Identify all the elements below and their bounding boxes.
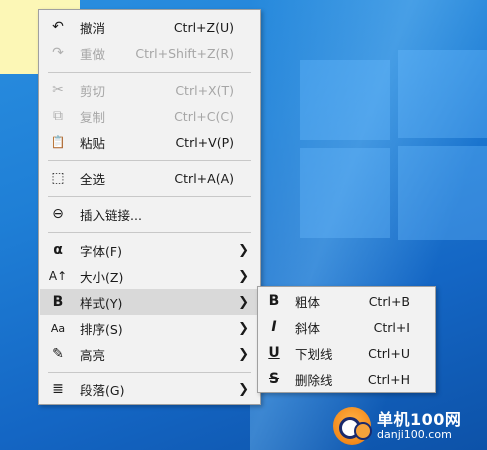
menu-item-label: 复制 bbox=[80, 109, 106, 125]
menu-item-label: 插入链接... bbox=[80, 207, 142, 223]
logo-text: 单机100网 danji100.com bbox=[377, 409, 462, 441]
link-icon: ⊖ bbox=[52, 206, 64, 222]
paragraph-icon: ≣ bbox=[52, 381, 64, 397]
copy-icon: ⧉ bbox=[53, 108, 63, 124]
menu-item-label: 段落(G) bbox=[80, 382, 125, 398]
menu-item-shortcut: Ctrl+Shift+Z(R) bbox=[135, 45, 234, 61]
desktop-window-pane bbox=[300, 60, 390, 140]
desktop-window-pane bbox=[398, 146, 487, 240]
menu-item-shortcut: Ctrl+X(T) bbox=[175, 82, 234, 98]
underline-icon: U bbox=[268, 345, 280, 361]
menu-item-label: 全选 bbox=[80, 171, 106, 187]
select-all-icon: ⬚ bbox=[51, 170, 65, 186]
submenu-item-italic[interactable]: I 斜体 Ctrl+I bbox=[259, 314, 434, 340]
submenu-arrow-icon: ❯ bbox=[238, 381, 249, 397]
menu-item-shortcut: Ctrl+I bbox=[373, 319, 410, 335]
logo-icon bbox=[333, 407, 372, 445]
menu-item-label: 样式(Y) bbox=[80, 295, 123, 311]
submenu-arrow-icon: ❯ bbox=[238, 346, 249, 362]
menu-item-label: 重做 bbox=[80, 46, 106, 62]
menu-item-label: 字体(F) bbox=[80, 243, 122, 259]
sort-icon: Aa bbox=[50, 321, 66, 335]
menu-item-shortcut: Ctrl+Z(U) bbox=[173, 19, 234, 35]
desktop-window-pane bbox=[398, 50, 487, 138]
submenu-arrow-icon: ❯ bbox=[238, 242, 249, 258]
menu-item-label: 剪切 bbox=[80, 83, 106, 99]
menu-item-size[interactable]: A↑ 大小(Z) ❯ bbox=[40, 263, 259, 289]
highlight-icon: ✎ bbox=[52, 346, 64, 362]
menu-item-label: 删除线 bbox=[295, 372, 333, 388]
menu-separator bbox=[48, 196, 251, 197]
cut-icon: ✂ bbox=[52, 82, 64, 98]
menu-item-insert-link[interactable]: ⊖ 插入链接... bbox=[40, 201, 259, 227]
style-submenu: B 粗体 Ctrl+B I 斜体 Ctrl+I U 下划线 Ctrl+U S 删… bbox=[257, 286, 436, 393]
menu-item-label: 粘贴 bbox=[80, 135, 106, 151]
bold-icon: B bbox=[52, 294, 64, 310]
menu-item-shortcut: Ctrl+H bbox=[367, 371, 410, 387]
menu-item-shortcut: Ctrl+C(C) bbox=[174, 108, 234, 124]
desktop-window-pane bbox=[300, 148, 390, 238]
submenu-arrow-icon: ❯ bbox=[238, 268, 249, 284]
submenu-item-bold[interactable]: B 粗体 Ctrl+B bbox=[259, 288, 434, 314]
menu-item-highlight[interactable]: ✎ 高亮 ❯ bbox=[40, 341, 259, 367]
submenu-arrow-icon: ❯ bbox=[238, 294, 249, 310]
submenu-item-strikethrough[interactable]: S 删除线 Ctrl+H bbox=[259, 366, 434, 392]
logo-name: 单机100网 bbox=[377, 409, 462, 429]
menu-item-shortcut: Ctrl+U bbox=[368, 345, 410, 361]
paste-icon: 📋 bbox=[50, 135, 66, 149]
menu-item-label: 下划线 bbox=[295, 346, 333, 362]
submenu-arrow-icon: ❯ bbox=[238, 320, 249, 336]
menu-item-font[interactable]: α 字体(F) ❯ bbox=[40, 237, 259, 263]
menu-item-label: 斜体 bbox=[295, 320, 321, 336]
menu-item-shortcut: Ctrl+B bbox=[368, 293, 410, 309]
logo-url: danji100.com bbox=[377, 427, 452, 441]
menu-item-paragraph[interactable]: ≣ 段落(G) ❯ bbox=[40, 376, 259, 402]
menu-item-cut[interactable]: ✂ 剪切 Ctrl+X(T) bbox=[40, 77, 259, 103]
menu-item-redo[interactable]: ↷ 重做 Ctrl+Shift+Z(R) bbox=[40, 40, 259, 66]
menu-item-style[interactable]: B 样式(Y) ❯ bbox=[40, 289, 259, 315]
menu-item-sort[interactable]: Aa 排序(S) ❯ bbox=[40, 315, 259, 341]
menu-item-undo[interactable]: ↶ 撤消 Ctrl+Z(U) bbox=[40, 14, 259, 40]
font-size-icon: A↑ bbox=[48, 269, 68, 283]
menu-item-label: 高亮 bbox=[80, 347, 106, 363]
italic-icon: I bbox=[271, 319, 277, 335]
context-menu: ↶ 撤消 Ctrl+Z(U) ↷ 重做 Ctrl+Shift+Z(R) ✂ 剪切… bbox=[38, 9, 261, 405]
menu-item-label: 粗体 bbox=[295, 294, 321, 310]
menu-separator bbox=[48, 160, 251, 161]
menu-item-select-all[interactable]: ⬚ 全选 Ctrl+A(A) bbox=[40, 165, 259, 191]
menu-item-shortcut: Ctrl+A(A) bbox=[174, 170, 234, 186]
menu-item-label: 排序(S) bbox=[80, 321, 123, 337]
font-icon: α bbox=[53, 242, 63, 258]
menu-item-label: 大小(Z) bbox=[80, 269, 124, 285]
menu-separator bbox=[48, 232, 251, 233]
redo-icon: ↷ bbox=[52, 45, 64, 61]
menu-item-copy[interactable]: ⧉ 复制 Ctrl+C(C) bbox=[40, 103, 259, 129]
submenu-item-underline[interactable]: U 下划线 Ctrl+U bbox=[259, 340, 434, 366]
menu-item-shortcut: Ctrl+V(P) bbox=[175, 134, 234, 150]
watermark-logo: 单机100网 danji100.com bbox=[333, 404, 483, 448]
menu-separator bbox=[48, 72, 251, 73]
undo-icon: ↶ bbox=[52, 19, 64, 35]
menu-separator bbox=[48, 372, 251, 373]
menu-item-label: 撤消 bbox=[80, 20, 106, 36]
bold-icon: B bbox=[268, 293, 280, 309]
menu-item-paste[interactable]: 📋 粘贴 Ctrl+V(P) bbox=[40, 129, 259, 155]
strikethrough-icon: S bbox=[268, 371, 280, 387]
